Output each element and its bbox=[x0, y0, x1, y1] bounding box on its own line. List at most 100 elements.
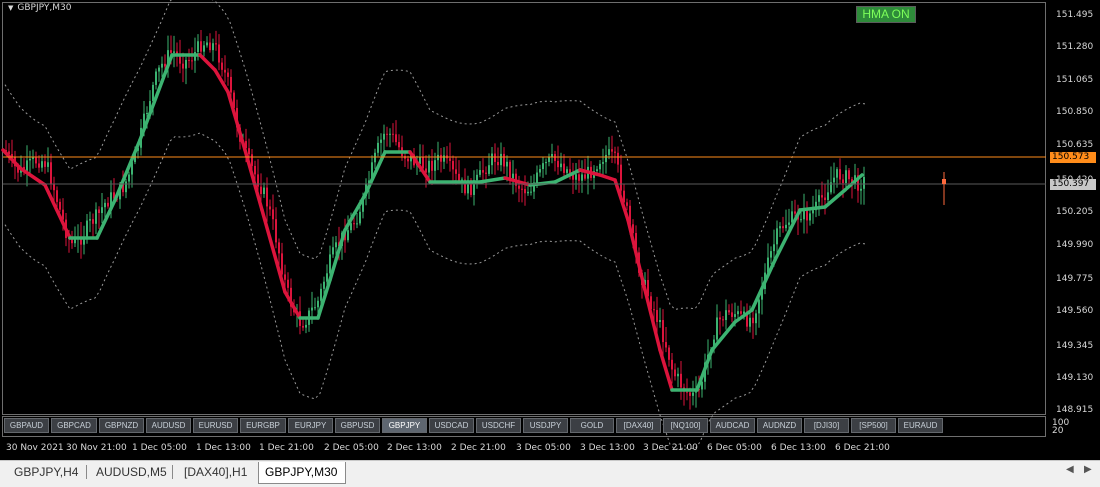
symbol-button-gbpcad[interactable]: GBPCAD bbox=[51, 418, 97, 433]
candle-body bbox=[581, 174, 583, 181]
symbol-button-eurjpy[interactable]: EURJPY bbox=[288, 418, 333, 433]
symbol-button-nq100[interactable]: [NQ100] bbox=[663, 418, 708, 433]
candle-body bbox=[200, 41, 202, 52]
symbol-button-eurgbp[interactable]: EURGBP bbox=[240, 418, 286, 433]
candle-body bbox=[668, 347, 670, 360]
candle-body bbox=[677, 373, 679, 377]
candle-body bbox=[203, 45, 205, 52]
symbol-button-dji30[interactable]: [DJI30] bbox=[804, 418, 849, 433]
candle-body bbox=[497, 161, 499, 166]
chart-tab[interactable]: GBPJPY,H4 bbox=[8, 462, 84, 483]
candle-body bbox=[557, 160, 559, 168]
candle-body bbox=[530, 191, 532, 193]
symbol-button-audusd[interactable]: AUDUSD bbox=[146, 418, 191, 433]
price-axis[interactable]: 151.495151.280151.065150.850150.635150.4… bbox=[1046, 0, 1100, 436]
chart-symbol-title[interactable]: ▼ GBPJPY,M30 bbox=[8, 3, 71, 13]
candle-body bbox=[311, 307, 313, 311]
symbol-button-sp500[interactable]: [SP500] bbox=[851, 418, 896, 433]
hma-toggle-button[interactable]: HMA ON bbox=[856, 6, 916, 23]
symbol-button-gbpnzd[interactable]: GBPNZD bbox=[99, 418, 144, 433]
candle-body bbox=[842, 179, 844, 184]
chart-canvas[interactable] bbox=[0, 0, 1100, 460]
candle-body bbox=[485, 172, 487, 174]
candle-body bbox=[812, 210, 814, 214]
candle-body bbox=[104, 202, 106, 208]
time-label: 1 Dec 21:00 bbox=[259, 443, 314, 453]
symbol-button-gbpusd[interactable]: GBPUSD bbox=[335, 418, 380, 433]
candle-body bbox=[770, 251, 772, 258]
candle-body bbox=[335, 242, 337, 248]
candle-body bbox=[314, 307, 316, 309]
candle-body bbox=[323, 281, 325, 289]
candle-body bbox=[725, 310, 727, 321]
price-tick-label: 149.775 bbox=[1056, 274, 1094, 284]
symbol-button-audnzd[interactable]: AUDNZD bbox=[757, 418, 802, 433]
candle-body bbox=[773, 244, 775, 252]
candle-body bbox=[329, 254, 331, 274]
symbol-button-gold[interactable]: GOLD bbox=[570, 418, 614, 433]
candle-body bbox=[599, 163, 601, 170]
candle-body bbox=[575, 174, 577, 180]
chart-tab[interactable]: AUDUSD,M5 bbox=[90, 462, 170, 483]
symbol-button-euraud[interactable]: EURAUD bbox=[898, 418, 943, 433]
candle-body bbox=[509, 161, 511, 179]
candle-body bbox=[212, 43, 214, 51]
arrow-right-icon[interactable]: ▶ bbox=[1084, 464, 1092, 475]
candle-body bbox=[263, 187, 265, 195]
candle-body bbox=[332, 247, 334, 255]
time-axis[interactable]: 30 Nov 2021 30 Nov 21:00 1 Dec 05:00 1 Dec … bbox=[0, 437, 1046, 459]
symbol-button-gbpaud[interactable]: GBPAUD bbox=[4, 418, 49, 433]
hma-segment bbox=[478, 176, 507, 184]
price-tick-label: 149.990 bbox=[1056, 240, 1094, 250]
symbol-button-usdchf[interactable]: USDCHF bbox=[476, 418, 521, 433]
chart-tab[interactable]: GBPJPY,M30 bbox=[258, 462, 346, 484]
candle-body bbox=[347, 230, 349, 241]
tab-separator bbox=[172, 465, 173, 479]
triangle-down-icon[interactable]: ▼ bbox=[8, 4, 13, 12]
symbol-button-dax40[interactable]: [DAX40] bbox=[616, 418, 661, 433]
candle-body bbox=[320, 288, 322, 301]
candle-body bbox=[545, 161, 547, 164]
candle-body bbox=[608, 149, 610, 155]
price-tag-bid: 150.397 bbox=[1050, 179, 1096, 190]
candle-body bbox=[317, 300, 319, 308]
candle-body bbox=[659, 320, 661, 322]
time-label: 1 Dec 05:00 bbox=[132, 443, 187, 453]
symbol-button-eurusd[interactable]: EURUSD bbox=[193, 418, 238, 433]
candle-body bbox=[95, 209, 97, 224]
chart-window[interactable]: ▼ GBPJPY,M30 HMA ON 151.495 151.280 151.06… bbox=[0, 0, 1100, 460]
time-label: 3 Dec 21:00 bbox=[643, 443, 698, 453]
candle-body bbox=[521, 188, 523, 190]
candle-body bbox=[833, 177, 835, 183]
candle-body bbox=[254, 165, 256, 175]
candle-body bbox=[128, 174, 130, 182]
candle-body bbox=[821, 195, 823, 198]
candle-body bbox=[29, 158, 31, 161]
candle-body bbox=[41, 161, 43, 168]
envelope-bands bbox=[4, 0, 866, 451]
candle-body bbox=[374, 152, 376, 163]
hma-segment bbox=[243, 148, 264, 212]
candle-body bbox=[260, 186, 262, 195]
candle-body bbox=[566, 169, 568, 173]
arrow-left-icon[interactable]: ◀ bbox=[1066, 464, 1074, 475]
symbol-button-usdcad[interactable]: USDCAD bbox=[429, 418, 474, 433]
candle-body bbox=[749, 317, 751, 327]
chart-tab[interactable]: [DAX40],H1 bbox=[178, 462, 250, 483]
hma-segment bbox=[598, 173, 617, 182]
candle-body bbox=[614, 151, 616, 153]
candle-body bbox=[191, 60, 193, 62]
symbol-button-audcad[interactable]: AUDCAD bbox=[710, 418, 755, 433]
candle-body bbox=[662, 320, 664, 343]
symbol-button-gbpjpy[interactable]: GBPJPY bbox=[382, 418, 427, 433]
candle-body bbox=[476, 174, 478, 181]
candle-body bbox=[686, 391, 688, 393]
hma-segment bbox=[113, 138, 142, 202]
candle-body bbox=[788, 222, 790, 225]
candle-body bbox=[281, 253, 283, 275]
symbol-button-usdjpy[interactable]: USDJPY bbox=[523, 418, 568, 433]
candle-body bbox=[584, 174, 586, 179]
candle-body bbox=[539, 169, 541, 173]
candle-body bbox=[359, 211, 361, 224]
candle-body bbox=[755, 313, 757, 324]
